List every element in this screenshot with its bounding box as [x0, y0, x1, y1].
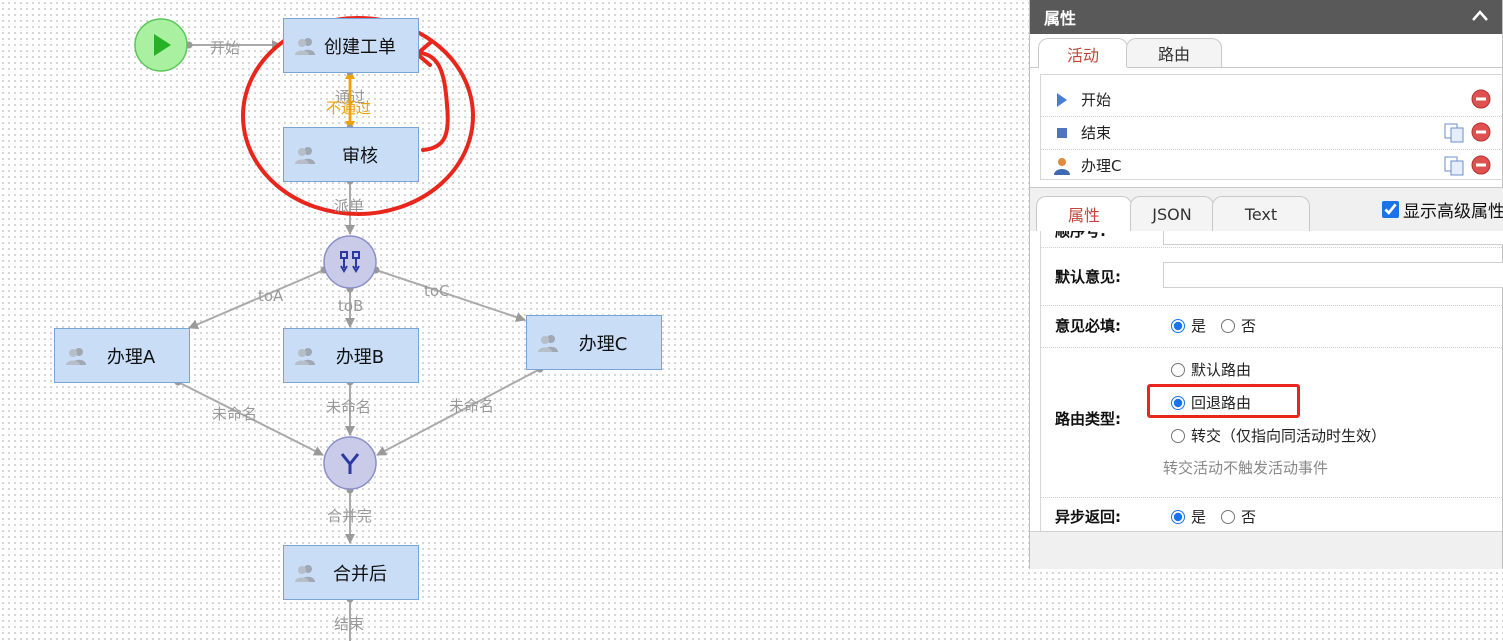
delete-icon[interactable]: [1471, 122, 1491, 142]
node-label: 审核: [342, 145, 378, 167]
activity-tabbar: 活动 路由: [1030, 34, 1502, 68]
route-type-label: 路由类型:: [1055, 410, 1121, 428]
form-row-route-type: 路由类型: 默认路由 回退路由 转交（仅指向同活动时生效） 转交活动不触发活动事…: [1041, 347, 1503, 498]
node-after-merge[interactable]: 合并后: [283, 545, 419, 600]
panel-header: 属性: [1030, 0, 1502, 34]
order-input[interactable]: [1163, 231, 1503, 245]
edge-label-to-b[interactable]: toB: [338, 297, 363, 315]
opinion-required-no[interactable]: 否: [1221, 315, 1256, 336]
tab-properties[interactable]: 属性: [1036, 196, 1132, 231]
node-handle-b[interactable]: 办理B: [283, 328, 419, 383]
property-form: 顺序号: 默认意见: 意见必填: 是 否 路由类型: 默认路由 回退路由 转交（…: [1040, 231, 1503, 531]
node-review[interactable]: 审核: [283, 127, 419, 182]
users-icon: [295, 37, 315, 55]
edge-to-c: [375, 269, 526, 322]
node-label: 办理A: [106, 346, 156, 368]
form-row-async-return: 异步返回: 是 否: [1041, 497, 1503, 531]
form-row-order: 顺序号:: [1041, 231, 1503, 248]
users-icon: [295, 146, 315, 164]
edge-label-fail[interactable]: 不通过: [326, 97, 371, 118]
node-label: 创建工单: [324, 36, 396, 58]
route-transfer-radio[interactable]: 转交（仅指向同活动时生效）: [1171, 425, 1386, 446]
tab-text[interactable]: Text: [1212, 196, 1310, 231]
node-label: 办理C: [578, 333, 628, 355]
edge-label-unnamed-c[interactable]: 未命名: [449, 395, 494, 416]
activity-name: 办理C: [1081, 157, 1122, 175]
tab-label: 属性: [1067, 206, 1100, 225]
node-create-ticket[interactable]: 创建工单: [283, 18, 419, 73]
flow-connectors: [134, 16, 544, 641]
copy-icon[interactable]: [1443, 122, 1465, 144]
split-gateway-node[interactable]: [323, 235, 377, 289]
list-item[interactable]: 开始: [1041, 83, 1503, 117]
delete-icon[interactable]: [1471, 155, 1491, 175]
users-icon: [66, 347, 86, 365]
user-icon: [1054, 158, 1070, 175]
tab-label: 路由: [1157, 45, 1190, 64]
transfer-hint: 转交活动不触发活动事件: [1163, 459, 1329, 477]
show-advanced-checkbox[interactable]: [1382, 201, 1399, 218]
node-label: 合并后: [333, 563, 387, 585]
form-row-default-opinion: 默认意见:: [1041, 247, 1503, 306]
async-return-no[interactable]: 否: [1221, 506, 1256, 527]
join-gateway-node[interactable]: [323, 436, 377, 490]
start-node[interactable]: [134, 18, 188, 72]
node-handle-c[interactable]: 办理C: [526, 315, 662, 370]
end-square-icon: [1057, 128, 1067, 138]
async-return-label: 异步返回:: [1055, 508, 1121, 526]
tab-json[interactable]: JSON: [1130, 196, 1214, 231]
show-advanced-toggle[interactable]: 显示高级属性: [1382, 197, 1503, 222]
default-opinion-label: 默认意见:: [1055, 268, 1121, 286]
properties-panel: 属性 活动 路由 开始 结束 办理C 属性 JSON Text 显示高级属性 顺…: [1029, 0, 1503, 569]
list-item[interactable]: 办理C: [1041, 149, 1503, 179]
node-handle-a[interactable]: 办理A: [54, 328, 190, 383]
users-icon: [538, 334, 558, 352]
tab-route[interactable]: 路由: [1126, 38, 1222, 67]
activity-name: 结束: [1081, 124, 1112, 142]
tab-label: Text: [1244, 204, 1278, 224]
activity-list: 开始 结束 办理C: [1040, 74, 1503, 180]
flow-canvas[interactable]: 创建工单 审核 办理A 办理B 办理C 合并后 开始 通过 不通过 派单 toA…: [0, 0, 1030, 641]
opinion-required-yes[interactable]: 是: [1171, 315, 1206, 336]
default-opinion-input[interactable]: [1163, 262, 1503, 288]
tab-label: JSON: [1152, 204, 1192, 224]
property-tabbar: 属性 JSON Text 显示高级属性: [1030, 187, 1503, 231]
form-row-opinion-required: 意见必填: 是 否: [1041, 305, 1503, 348]
edge-label-to-c[interactable]: toC: [424, 282, 450, 300]
users-icon: [295, 347, 315, 365]
show-advanced-label: 显示高级属性: [1403, 202, 1503, 222]
edge-label-merge-done[interactable]: 合并完: [327, 505, 372, 526]
order-label: 顺序号:: [1055, 231, 1106, 240]
edge-label-unnamed-b[interactable]: 未命名: [326, 396, 371, 417]
copy-icon[interactable]: [1443, 155, 1465, 177]
opinion-required-label: 意见必填:: [1055, 317, 1121, 335]
route-default-radio[interactable]: 默认路由: [1171, 359, 1251, 380]
chevron-up-icon[interactable]: [1472, 9, 1488, 21]
tab-activity[interactable]: 活动: [1038, 38, 1128, 68]
delete-icon[interactable]: [1471, 89, 1491, 109]
panel-footer: [1030, 531, 1502, 569]
start-triangle-icon: [1057, 93, 1067, 107]
red-highlight-box: [1147, 384, 1300, 418]
tab-label: 活动: [1066, 45, 1099, 65]
edge-label-unnamed-a[interactable]: 未命名: [212, 403, 257, 424]
panel-title: 属性: [1044, 9, 1077, 28]
users-icon: [295, 564, 315, 582]
edge-to-a: [188, 269, 325, 330]
edge-label-start[interactable]: 开始: [210, 37, 240, 58]
list-item[interactable]: 结束: [1041, 116, 1503, 150]
edge-label-end[interactable]: 结束: [334, 613, 364, 634]
edge-label-to-a[interactable]: toA: [258, 287, 283, 305]
edge-label-dispatch[interactable]: 派单: [334, 195, 364, 216]
async-return-yes[interactable]: 是: [1171, 506, 1206, 527]
activity-name: 开始: [1081, 91, 1112, 109]
node-label: 办理B: [335, 346, 385, 368]
